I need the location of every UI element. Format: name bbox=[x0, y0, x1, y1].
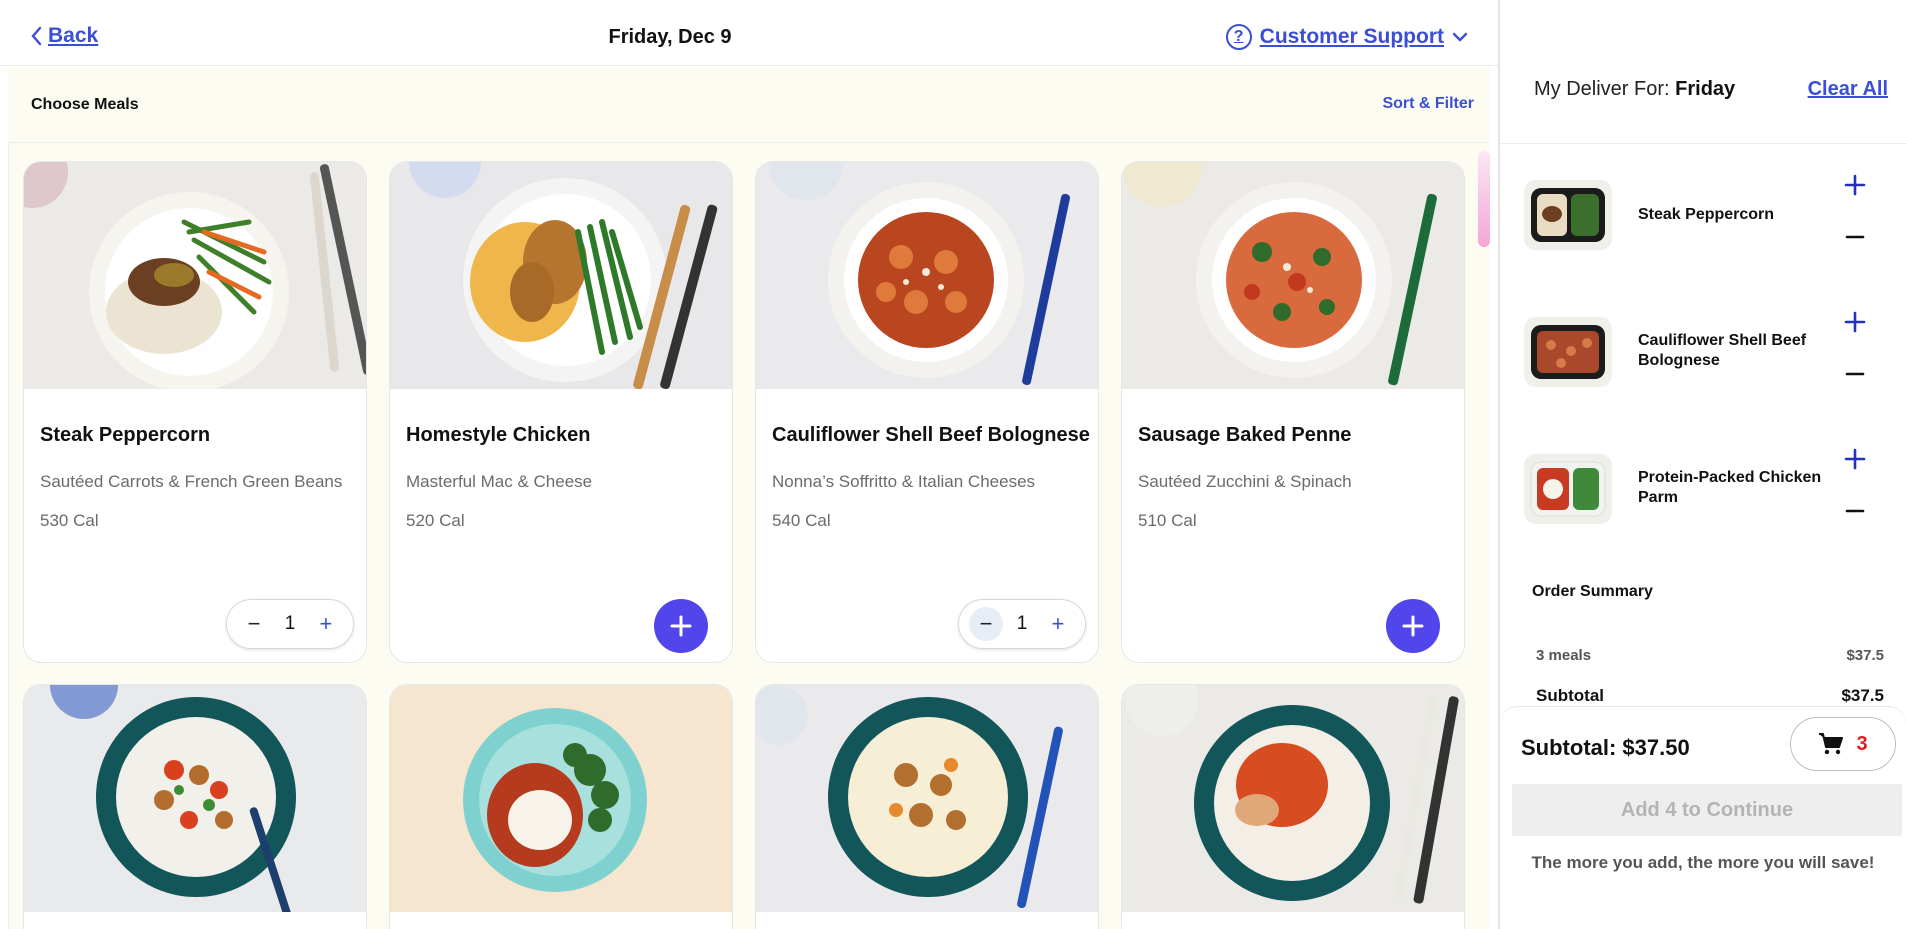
cart-decrease-button[interactable] bbox=[1840, 222, 1870, 252]
minus-icon bbox=[1845, 372, 1865, 376]
cart-item-thumbnail bbox=[1524, 454, 1612, 524]
cart-decrease-button[interactable] bbox=[1840, 359, 1870, 389]
meal-card[interactable] bbox=[1121, 684, 1465, 929]
deliver-day: Friday bbox=[1675, 78, 1736, 100]
meal-card[interactable] bbox=[23, 684, 367, 929]
meals-count-label: 3 meals bbox=[1536, 647, 1592, 664]
cart-item: Protein-Packed Chicken Parm bbox=[1524, 426, 1894, 536]
increase-button[interactable]: + bbox=[1041, 607, 1075, 641]
main-panel: Back Friday, Dec 9 ? Customer Support Ch… bbox=[0, 0, 1498, 929]
customer-support-link[interactable]: ? Customer Support bbox=[1225, 24, 1468, 50]
cart-item-thumbnail bbox=[1524, 317, 1612, 387]
order-summary-heading: Order Summary bbox=[1532, 583, 1653, 600]
subtotal-label: Subtotal bbox=[1536, 686, 1604, 705]
meal-card[interactable]: Cauliflower Shell Beef Bolognese Nonna’s… bbox=[755, 161, 1099, 663]
cart-button[interactable]: 3 bbox=[1790, 717, 1896, 771]
cart-item-name: Cauliflower Shell Beef Bolognese bbox=[1638, 332, 1807, 369]
choose-meals-heading: Choose Meals bbox=[31, 96, 139, 113]
meal-card[interactable] bbox=[389, 684, 733, 929]
meal-calories: 530 Cal bbox=[40, 511, 99, 530]
delivery-date: Friday, Dec 9 bbox=[608, 26, 732, 48]
quantity-stepper: − 1 + bbox=[958, 599, 1086, 649]
add-meal-button[interactable] bbox=[654, 599, 708, 653]
add-meal-button[interactable] bbox=[1386, 599, 1440, 653]
plus-icon bbox=[1844, 174, 1866, 196]
clear-all-button[interactable]: Clear All bbox=[1808, 78, 1888, 101]
checkout-footer: Subtotal: $37.50 3 Add 4 to Continue The… bbox=[1500, 706, 1906, 929]
meal-side: Sautéed Carrots & French Green Beans bbox=[40, 472, 343, 491]
cart-decrease-button[interactable] bbox=[1840, 496, 1870, 526]
meal-card[interactable]: Steak Peppercorn Sautéed Carrots & Frenc… bbox=[23, 161, 367, 663]
quantity-value: 1 bbox=[1016, 613, 1028, 634]
cart-count: 3 bbox=[1856, 732, 1868, 755]
plus-icon bbox=[670, 615, 692, 637]
cart-item-name: Steak Peppercorn bbox=[1638, 206, 1775, 223]
cart-increase-button[interactable] bbox=[1840, 444, 1870, 474]
meal-calories: 510 Cal bbox=[1138, 511, 1197, 530]
quantity-value: 1 bbox=[284, 613, 296, 634]
meal-card[interactable] bbox=[755, 684, 1099, 929]
savings-note: The more you add, the more you will save… bbox=[1531, 853, 1875, 872]
subtotal-row: Subtotal $37.5 bbox=[1536, 686, 1884, 706]
app: Back Friday, Dec 9 ? Customer Support Ch… bbox=[0, 0, 1906, 929]
shopping-cart-icon bbox=[1819, 733, 1844, 755]
help-icon: ? bbox=[1225, 24, 1252, 50]
meal-card[interactable]: Sausage Baked Penne Sautéed Zucchini & S… bbox=[1121, 161, 1465, 663]
chevron-down-icon bbox=[1452, 32, 1468, 42]
plus-icon bbox=[1844, 311, 1866, 333]
delivery-sidebar: My Deliver For: Friday Clear All Steak P… bbox=[1498, 0, 1906, 929]
deliver-prefix: My Deliver For: bbox=[1534, 78, 1670, 100]
meal-photo bbox=[756, 685, 1098, 912]
minus-icon bbox=[1845, 509, 1865, 513]
meal-grid[interactable]: Steak Peppercorn Sautéed Carrots & Frenc… bbox=[8, 143, 1490, 929]
meals-price: $37.5 bbox=[1846, 647, 1884, 664]
meals-count-row: 3 meals $37.5 bbox=[1536, 647, 1884, 664]
meal-photo bbox=[24, 685, 366, 912]
meal-title: Cauliflower Shell Beef Bolognese bbox=[772, 424, 1090, 446]
cart-item: Cauliflower Shell Beef Bolognese bbox=[1524, 289, 1894, 399]
meal-title: Sausage Baked Penne bbox=[1138, 424, 1352, 446]
top-bar: Back Friday, Dec 9 ? Customer Support bbox=[0, 0, 1498, 66]
quantity-stepper: − 1 + bbox=[226, 599, 354, 649]
meal-title: Steak Peppercorn bbox=[40, 424, 211, 446]
meal-side: Nonna’s Soffritto & Italian Cheeses bbox=[772, 472, 1036, 491]
meal-side: Masterful Mac & Cheese bbox=[406, 472, 593, 491]
increase-button[interactable]: + bbox=[309, 607, 343, 641]
plus-icon bbox=[1844, 448, 1866, 470]
deliver-for-label: My Deliver For: Friday bbox=[1534, 78, 1735, 101]
cart-item-thumbnail bbox=[1524, 180, 1612, 250]
subtotal-price: $37.5 bbox=[1841, 686, 1884, 705]
continue-button[interactable]: Add 4 to Continue bbox=[1512, 784, 1902, 836]
plus-icon bbox=[1402, 615, 1424, 637]
sort-filter-button[interactable]: Sort & Filter bbox=[1382, 95, 1474, 113]
minus-icon bbox=[1845, 235, 1865, 239]
meal-title: Homestyle Chicken bbox=[406, 424, 591, 446]
meal-photo bbox=[390, 162, 732, 389]
cart-increase-button[interactable] bbox=[1840, 307, 1870, 337]
sidebar-header: My Deliver For: Friday Clear All bbox=[1500, 0, 1906, 144]
meal-side: Sautéed Zucchini & Spinach bbox=[1138, 472, 1352, 491]
meal-calories: 520 Cal bbox=[406, 511, 465, 530]
decrease-button[interactable]: − bbox=[237, 607, 271, 641]
scrollbar-thumb[interactable] bbox=[1478, 151, 1490, 247]
cart-item: Steak Peppercorn bbox=[1524, 152, 1894, 262]
meals-subheader: Choose Meals Sort & Filter bbox=[8, 67, 1490, 143]
decrease-button[interactable]: − bbox=[969, 607, 1003, 641]
meal-photo bbox=[24, 162, 366, 389]
meal-calories: 540 Cal bbox=[772, 511, 831, 530]
cart-increase-button[interactable] bbox=[1840, 170, 1870, 200]
meal-photo bbox=[756, 162, 1098, 389]
footer-subtotal: Subtotal: $37.50 bbox=[1521, 735, 1690, 760]
support-label: Customer Support bbox=[1259, 25, 1444, 48]
meal-photo bbox=[1122, 685, 1464, 912]
meal-photo bbox=[390, 685, 732, 912]
meal-photo bbox=[1122, 162, 1464, 389]
meal-card[interactable]: Homestyle Chicken Masterful Mac & Cheese… bbox=[389, 161, 733, 663]
cart-item-name: Protein-Packed Chicken Parm bbox=[1638, 469, 1822, 506]
